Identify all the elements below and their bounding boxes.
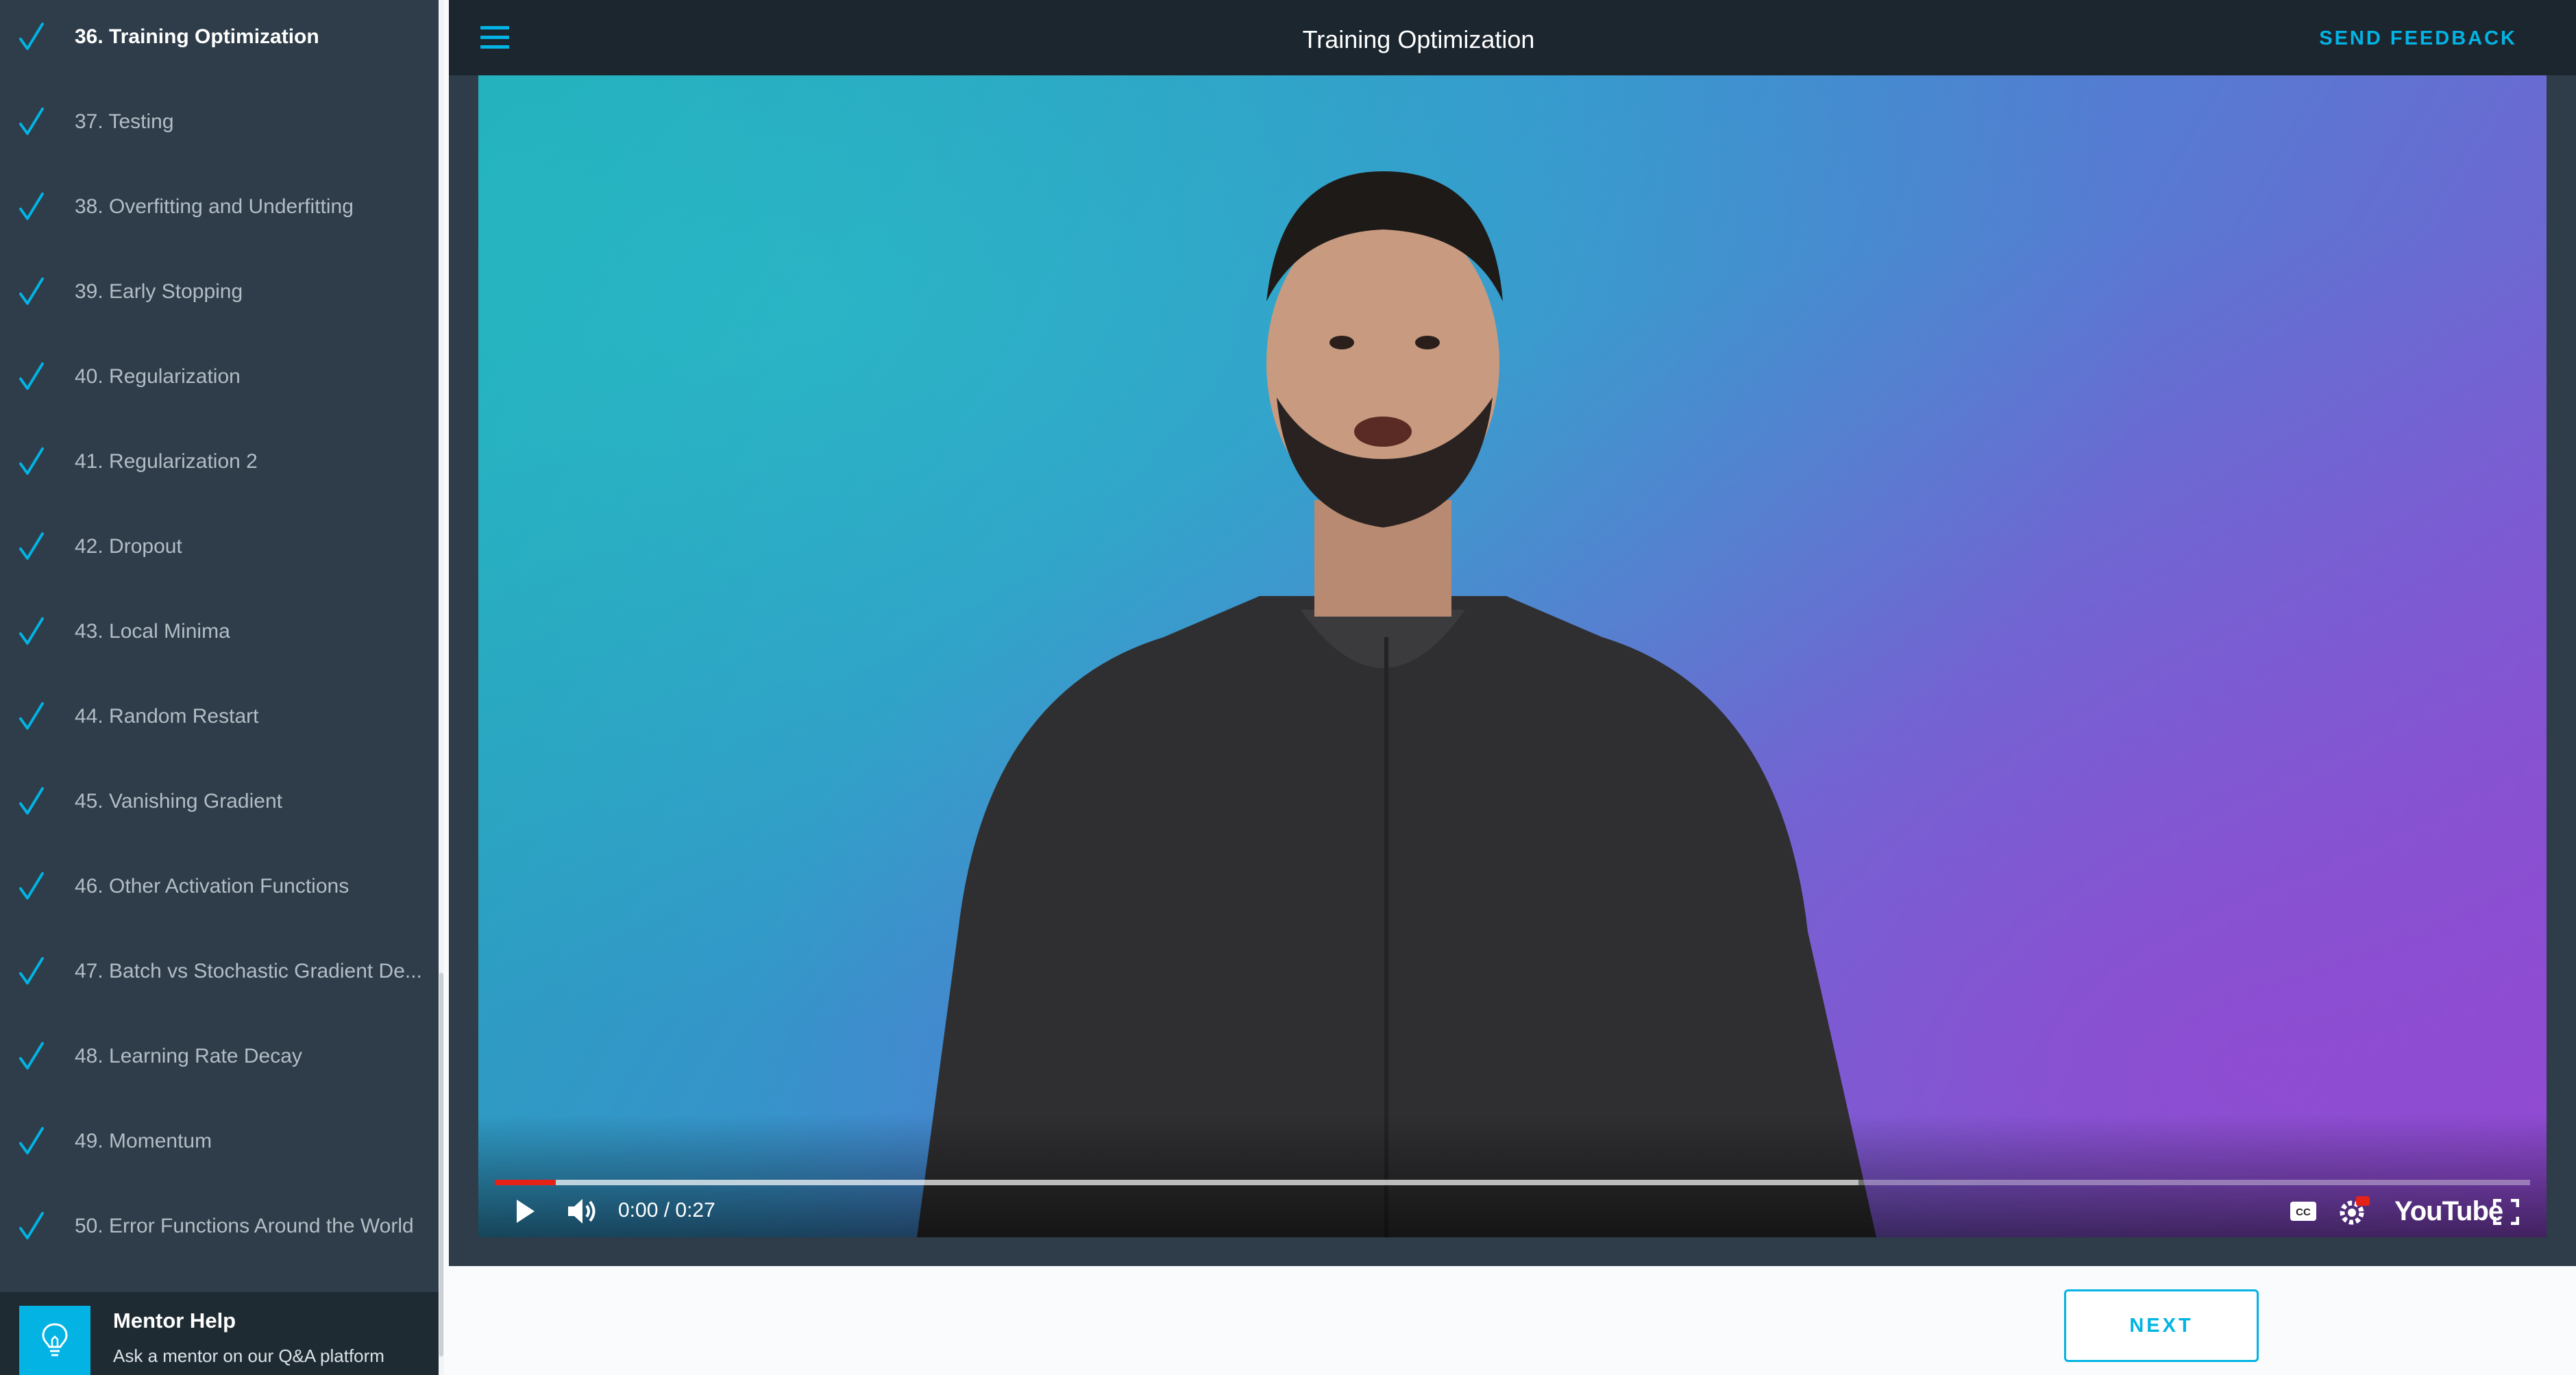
sidebar-scrollbar[interactable] — [439, 0, 444, 1375]
mentor-help-title: Mentor Help — [113, 1309, 236, 1333]
video-frame: 0:00 / 0:27 CC YouTube — [449, 75, 2576, 1266]
checkmark-icon — [19, 277, 44, 305]
sidebar-item[interactable]: 49. Momentum — [0, 1099, 444, 1184]
presenter-image — [917, 171, 1876, 1237]
captions-icon[interactable]: CC — [2289, 1200, 2318, 1226]
sidebar-item[interactable]: 44. Random Restart — [0, 674, 444, 759]
sidebar-item-label: 40. Regularization — [75, 365, 241, 388]
checkmark-icon — [19, 23, 44, 50]
mentor-help-panel[interactable]: Mentor Help Ask a mentor on our Q&A plat… — [0, 1292, 439, 1375]
checkmark-icon — [19, 1042, 44, 1069]
sidebar-item[interactable]: 39. Early Stopping — [0, 249, 444, 334]
sidebar-item-label: 42. Dropout — [75, 535, 182, 558]
fullscreen-icon[interactable] — [2492, 1198, 2520, 1228]
sidebar-item-label: 44. Random Restart — [75, 705, 259, 728]
sidebar-item-label: 48. Learning Rate Decay — [75, 1045, 302, 1067]
sidebar-item-label: 39. Early Stopping — [75, 280, 243, 303]
main-content: Training Optimization SEND FEEDBACK 0:00… — [449, 0, 2576, 1375]
sidebar-item-label: 45. Vanishing Gradient — [75, 790, 282, 813]
sidebar-item[interactable]: 36. Training Optimization — [0, 0, 444, 79]
checkmark-icon — [19, 108, 44, 135]
lightbulb-icon — [19, 1306, 90, 1375]
sidebar-item[interactable]: 50. Error Functions Around the World — [0, 1184, 444, 1269]
checkmark-icon — [19, 617, 44, 645]
sidebar-item-label: 43. Local Minima — [75, 620, 230, 643]
sidebar-item-label: 38. Overfitting and Underfitting — [75, 195, 354, 218]
sidebar-item[interactable]: 37. Testing — [0, 79, 444, 164]
checkmark-icon — [19, 787, 44, 815]
sidebar-item-label: 41. Regularization 2 — [75, 450, 258, 473]
sidebar-item[interactable]: 46. Other Activation Functions — [0, 844, 444, 929]
volume-icon[interactable] — [566, 1196, 599, 1230]
send-feedback-button[interactable]: SEND FEEDBACK — [2319, 27, 2517, 50]
sidebar-item[interactable]: 48. Learning Rate Decay — [0, 1014, 444, 1099]
video-time-display: 0:00 / 0:27 — [618, 1199, 715, 1222]
sidebar-item[interactable]: 40. Regularization — [0, 334, 444, 419]
sidebar-concept-list: 36. Training Optimization 37. Testing 38. … — [0, 0, 444, 1292]
sidebar-scrollbar-thumb[interactable] — [439, 973, 443, 1357]
video-progress-played — [495, 1180, 556, 1185]
checkmark-icon — [19, 1127, 44, 1154]
checkmark-icon — [19, 702, 44, 730]
sidebar: 36. Training Optimization 37. Testing 38. … — [0, 0, 444, 1375]
sidebar-item[interactable]: 43. Local Minima — [0, 589, 444, 674]
sidebar-item-label: 36. Training Optimization — [75, 25, 319, 48]
checkmark-icon — [19, 957, 44, 984]
checkmark-icon — [19, 532, 44, 560]
checkmark-icon — [19, 447, 44, 475]
checkmark-icon — [19, 362, 44, 390]
controls-shade — [478, 1114, 2547, 1237]
video-player[interactable]: 0:00 / 0:27 CC YouTube — [478, 75, 2547, 1237]
sidebar-item-label: 46. Other Activation Functions — [75, 875, 349, 897]
video-progress-buffered — [495, 1180, 1859, 1185]
svg-text:CC: CC — [2296, 1206, 2311, 1218]
sidebar-item[interactable]: 42. Dropout — [0, 504, 444, 589]
sidebar-item-label: 37. Testing — [75, 110, 174, 133]
sidebar-item-label: 50. Error Functions Around the World — [75, 1215, 414, 1237]
top-bar: Training Optimization SEND FEEDBACK — [449, 0, 2576, 75]
sidebar-item-label: 47. Batch vs Stochastic Gradient De... — [75, 960, 422, 982]
youtube-logo[interactable]: YouTube — [2394, 1196, 2503, 1227]
video-progress-bar[interactable] — [495, 1180, 2530, 1185]
sidebar-item[interactable]: 47. Batch vs Stochastic Gradient De... — [0, 929, 444, 1014]
checkmark-icon — [19, 1212, 44, 1239]
settings-hd-icon[interactable] — [2337, 1195, 2371, 1230]
next-button[interactable]: NEXT — [2064, 1289, 2259, 1362]
sidebar-item[interactable]: 38. Overfitting and Underfitting — [0, 164, 444, 249]
play-icon[interactable] — [514, 1198, 537, 1228]
checkmark-icon — [19, 872, 44, 900]
checkmark-icon — [19, 193, 44, 220]
sidebar-item[interactable]: 41. Regularization 2 — [0, 419, 444, 504]
sidebar-item[interactable]: 45. Vanishing Gradient — [0, 759, 444, 844]
sidebar-item-label: 49. Momentum — [75, 1130, 212, 1152]
mentor-help-subtitle: Ask a mentor on our Q&A platform — [113, 1346, 384, 1366]
page-title: Training Optimization — [1302, 25, 1535, 53]
